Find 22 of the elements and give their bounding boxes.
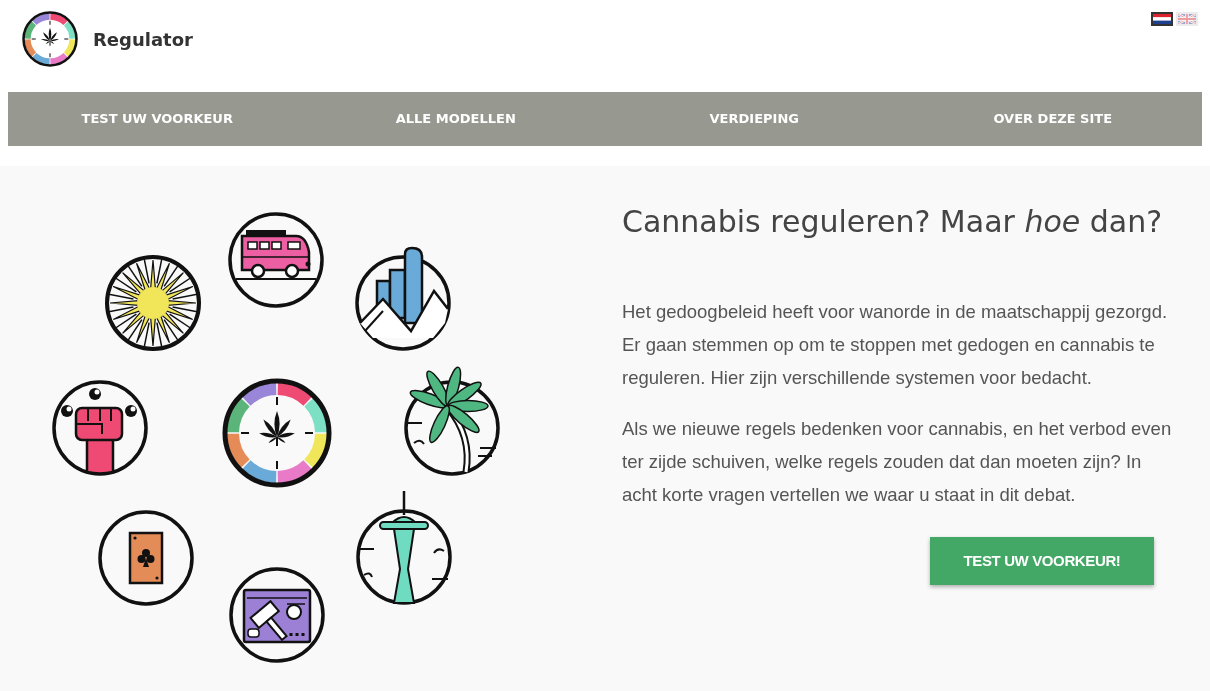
site-name[interactable]: Regulator <box>93 25 193 53</box>
leaf-compass-icon <box>222 378 332 488</box>
nav-link[interactable]: TEST UW VOORKEUR <box>81 109 233 129</box>
intro-paragraph: Als we nieuwe regels bedenken voor cannabis, en het verbod even ter zijde schuiven, welke regels zouden dat dan moeten zijn? In acht korte vragen vertellen we waar u staat in dit debat. <box>622 417 1173 507</box>
camper-van-icon <box>228 212 324 308</box>
palm-tree-icon <box>404 366 500 476</box>
tricolor-flag-icon <box>1153 14 1171 24</box>
nav-link[interactable]: ALLE MODELLEN <box>395 109 516 129</box>
nav-link[interactable]: VERDIEPING <box>709 109 799 129</box>
raised-fist-icon <box>52 380 148 476</box>
language-button[interactable] <box>1151 12 1173 26</box>
hero-heading: Cannabis reguleren? Maar hoe dan? <box>622 203 1164 241</box>
nav-link[interactable]: OVER DEZE SITE <box>993 109 1113 129</box>
test-preference-button[interactable]: TEST UW VOORKEUR! <box>930 537 1154 585</box>
logo-icon[interactable] <box>22 11 78 67</box>
gavel-panel-icon <box>229 567 325 663</box>
sun-icon <box>105 255 201 351</box>
intro-paragraph: Het gedoogbeleid heeft voor wanorde in de maatschappij gezorgd. Er gaan stemmen op om te stoppen met gedogen en cannabis te reguleren. Hier zijn verschillende systemen voor bedacht. <box>622 300 1169 390</box>
space-tower-icon <box>356 491 452 605</box>
union-jack-flag-icon <box>1178 14 1196 24</box>
city-mountains-icon <box>355 246 451 351</box>
playing-card-icon <box>98 510 194 606</box>
